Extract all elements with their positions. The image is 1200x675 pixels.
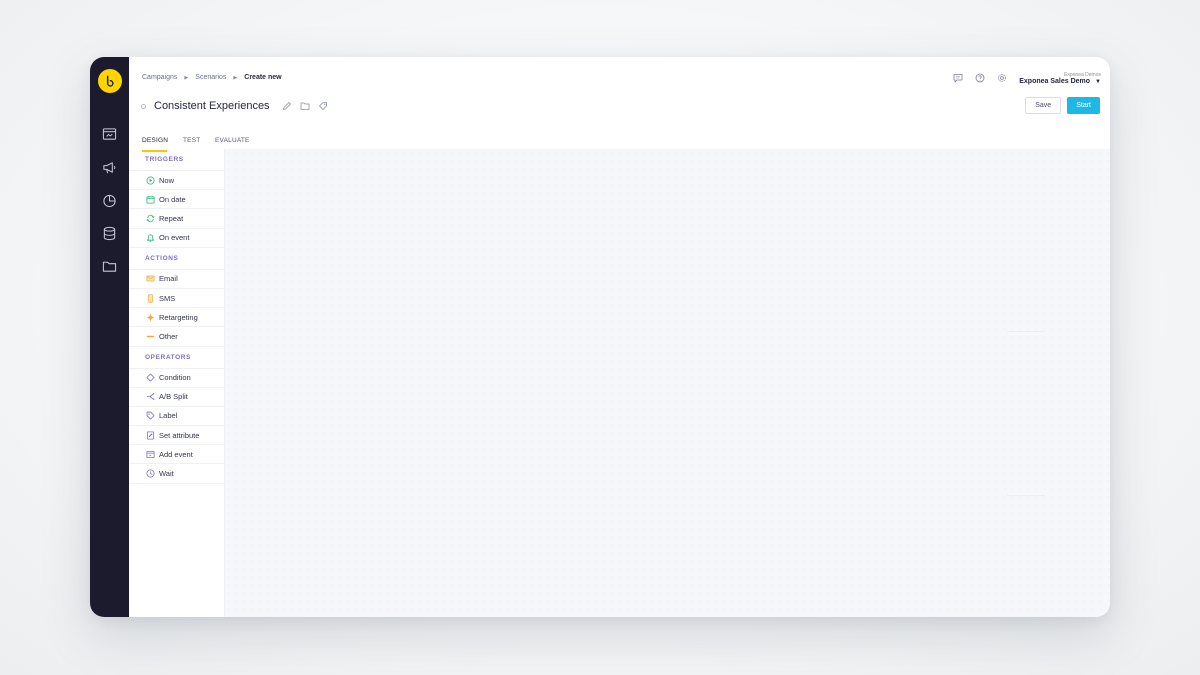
palette-item-add-event[interactable]: Add event <box>129 445 224 465</box>
brand-logo[interactable] <box>97 69 122 93</box>
pie-chart-icon <box>103 194 116 207</box>
left-rail <box>90 57 129 617</box>
gear-icon[interactable] <box>995 71 1009 85</box>
top-right-controls: Exponea Demos Exponea Sales Demo ▼ <box>943 71 1101 85</box>
palette-item-label: Wait <box>159 469 174 479</box>
palette-item-repeat[interactable]: Repeat <box>129 209 224 229</box>
rail-campaigns-button[interactable] <box>97 154 123 180</box>
logo-icon <box>106 75 114 87</box>
dashboard-icon <box>102 127 117 140</box>
repeat-icon <box>145 213 155 223</box>
breadcrumb-campaigns[interactable]: Campaigns <box>142 74 177 81</box>
add-event-icon <box>145 449 155 459</box>
split-icon <box>145 392 155 402</box>
palette-item-now[interactable]: Now <box>129 171 224 191</box>
palette-item-label: Condition <box>159 373 191 383</box>
palette-item-label: Add event <box>159 449 193 459</box>
breadcrumb-scenarios[interactable]: Scenarios <box>195 74 226 81</box>
palette-item-label: Label <box>159 411 178 421</box>
diamond-icon <box>145 373 155 383</box>
section-operators: OPERATORS <box>129 347 224 369</box>
palette-item-ab-split[interactable]: A/B Split <box>129 388 224 407</box>
breadcrumb-current: Create new <box>244 74 282 81</box>
rail-analytics-button[interactable] <box>97 187 123 213</box>
node-palette: TRIGGERS Now On date Repeat On event ACT… <box>129 149 225 617</box>
palette-item-retargeting[interactable]: Retargeting <box>129 308 224 328</box>
document-edit-icon <box>145 430 155 440</box>
palette-item-condition[interactable]: Condition <box>129 369 224 388</box>
palette-item-wait[interactable]: Wait <box>129 464 224 484</box>
palette-item-on-date[interactable]: On date <box>129 190 224 210</box>
play-circle-icon <box>145 175 155 185</box>
palette-item-other[interactable]: Other <box>129 327 224 347</box>
caret-down-icon: ▼ <box>1095 78 1101 85</box>
palette-item-label: Other <box>159 331 178 341</box>
palette-item-label: Set attribute <box>159 430 200 440</box>
folder-icon <box>102 261 117 272</box>
tab-bar: DESIGN TEST EVALUATE <box>129 105 1110 152</box>
palette-item-label: Repeat <box>159 213 184 223</box>
main-content: Campaigns ▶ Scenarios ▶ Create new Consi… <box>129 57 1110 617</box>
tab-design[interactable]: DESIGN <box>142 137 168 144</box>
help-icon[interactable] <box>973 71 987 85</box>
palette-item-sms[interactable]: SMS <box>129 289 224 309</box>
phone-icon <box>145 293 155 303</box>
envelope-icon <box>145 274 155 284</box>
crosshair-icon <box>145 312 155 322</box>
more-icon <box>145 331 155 341</box>
palette-item-on-event[interactable]: On event <box>129 229 224 248</box>
rail-assets-button[interactable] <box>97 253 123 279</box>
breadcrumb: Campaigns ▶ Scenarios ▶ Create new <box>142 74 282 81</box>
palette-item-set-attribute[interactable]: Set attribute <box>129 426 224 446</box>
account-project-label: Exponea Sales Demo <box>1019 77 1091 85</box>
rail-dashboard-button[interactable] <box>97 121 123 147</box>
palette-item-label: Now <box>159 175 175 185</box>
palette-item-label: Retargeting <box>159 312 198 322</box>
account-project: Exponea Sales Demo ▼ <box>1019 78 1101 85</box>
app-window: Campaigns ▶ Scenarios ▶ Create new Consi… <box>90 57 1110 617</box>
chevron-right-icon: ▶ <box>233 74 238 81</box>
palette-item-label: Email <box>159 274 178 284</box>
palette-item-label: On event <box>159 233 190 243</box>
section-actions: ACTIONS <box>129 248 224 270</box>
feedback-icon[interactable] <box>951 71 965 85</box>
canvas-guide <box>1007 331 1045 332</box>
account-switcher[interactable]: Exponea Demos Exponea Sales Demo ▼ <box>1019 72 1101 85</box>
clock-icon <box>145 469 155 479</box>
active-tab-indicator <box>142 150 167 152</box>
bell-icon <box>145 233 155 243</box>
palette-item-label: On date <box>159 194 186 204</box>
chevron-right-icon: ▶ <box>184 74 189 81</box>
palette-item-email[interactable]: Email <box>129 270 224 289</box>
tab-test[interactable]: TEST <box>183 137 200 144</box>
tag-icon <box>145 411 155 421</box>
palette-item-label-node[interactable]: Label <box>129 407 224 427</box>
top-bar: Campaigns ▶ Scenarios ▶ Create new Consi… <box>129 57 1110 114</box>
palette-item-label: SMS <box>159 293 176 303</box>
section-triggers: TRIGGERS <box>129 149 224 171</box>
canvas-guide <box>1007 495 1045 496</box>
palette-item-label: A/B Split <box>159 392 188 402</box>
database-icon <box>103 226 116 240</box>
rail-data-button[interactable] <box>97 220 123 246</box>
calendar-icon <box>145 194 155 204</box>
editor-area: TRIGGERS Now On date Repeat On event ACT… <box>129 149 1110 617</box>
scenario-canvas[interactable] <box>225 149 1110 617</box>
tab-evaluate[interactable]: EVALUATE <box>215 137 250 144</box>
megaphone-icon <box>103 161 116 173</box>
